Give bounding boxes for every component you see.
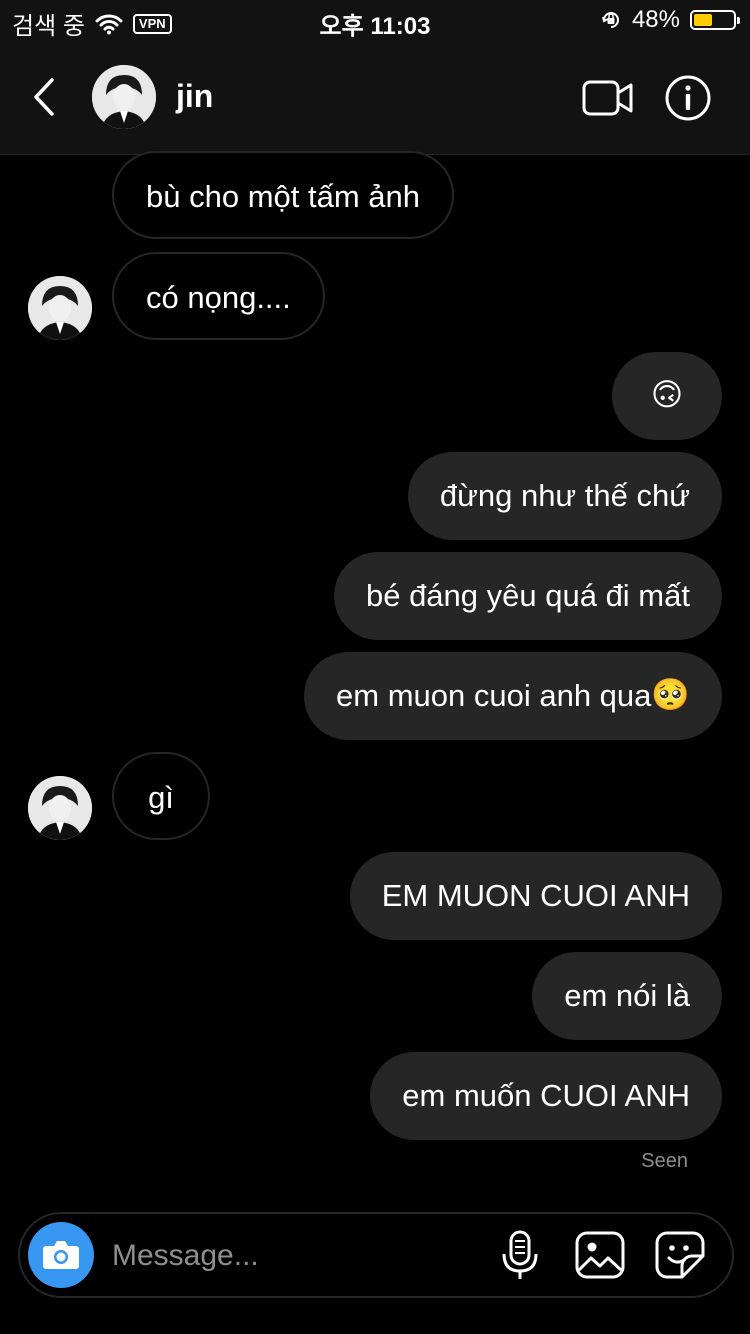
orientation-lock-icon xyxy=(601,12,619,28)
battery-icon xyxy=(690,10,740,30)
gallery-icon[interactable] xyxy=(574,1230,626,1280)
upside-down-face-emoji: 🙃 xyxy=(650,376,684,412)
message-text: em nói là xyxy=(564,978,690,1013)
message-bubble-outgoing[interactable]: em muốn CUOI ANH xyxy=(370,1052,722,1140)
message-bubble-outgoing[interactable]: bé đáng yêu quá đi mất xyxy=(333,552,722,640)
message-text: EM MUON CUOI ANH xyxy=(381,878,690,913)
message-input[interactable] xyxy=(110,1232,484,1280)
camera-icon xyxy=(43,1241,79,1269)
message-text: bù cho một tấm ảnh xyxy=(146,179,420,214)
sender-avatar[interactable] xyxy=(28,276,92,340)
message-text: bé đáng yêu quá đi mất xyxy=(365,578,690,613)
avatar-image xyxy=(92,65,156,129)
battery-percent: 48% xyxy=(631,6,680,33)
avatar-image xyxy=(28,776,92,840)
message-bubble-incoming[interactable]: gì xyxy=(112,752,210,840)
message-bubble-outgoing[interactable]: em muon cuoi anh qua🥺 xyxy=(304,652,722,740)
message-text: đừng như thế chứ xyxy=(439,478,690,513)
camera-button[interactable] xyxy=(28,1222,94,1288)
status-right: 48% xyxy=(600,6,740,34)
chat-header: jin xyxy=(0,40,750,155)
pleading-face-emoji: 🥺 xyxy=(651,676,690,712)
status-bar: 검색 중 VPN 오후 11:03 48% xyxy=(0,0,750,40)
sticker-icon[interactable] xyxy=(654,1230,706,1280)
message-composer xyxy=(18,1212,734,1298)
message-bubble-outgoing[interactable]: em nói là xyxy=(532,952,722,1040)
avatar-image xyxy=(28,276,92,340)
seen-indicator: Seen xyxy=(641,1150,688,1172)
message-bubble-incoming[interactable]: có nọng.... xyxy=(112,252,325,340)
message-text: em muon cuoi anh qua xyxy=(336,678,652,713)
message-bubble-outgoing[interactable]: EM MUON CUOI ANH xyxy=(349,852,722,940)
message-bubble-outgoing[interactable]: 🙃 xyxy=(612,352,722,440)
microphone-icon[interactable] xyxy=(500,1230,540,1282)
message-text: gì xyxy=(148,780,174,815)
video-call-icon[interactable] xyxy=(582,76,634,120)
battery-level xyxy=(694,14,713,26)
message-text: có nọng.... xyxy=(146,280,291,315)
back-icon[interactable] xyxy=(30,76,60,118)
info-icon[interactable] xyxy=(664,74,712,122)
message-bubble-incoming[interactable]: bù cho một tấm ảnh xyxy=(112,151,454,239)
sender-avatar[interactable] xyxy=(28,776,92,840)
header-avatar[interactable] xyxy=(92,65,156,129)
message-bubble-outgoing[interactable]: đừng như thế chứ xyxy=(407,452,722,540)
message-text: em muốn CUOI ANH xyxy=(402,1078,690,1113)
contact-name[interactable]: jin xyxy=(176,78,213,115)
